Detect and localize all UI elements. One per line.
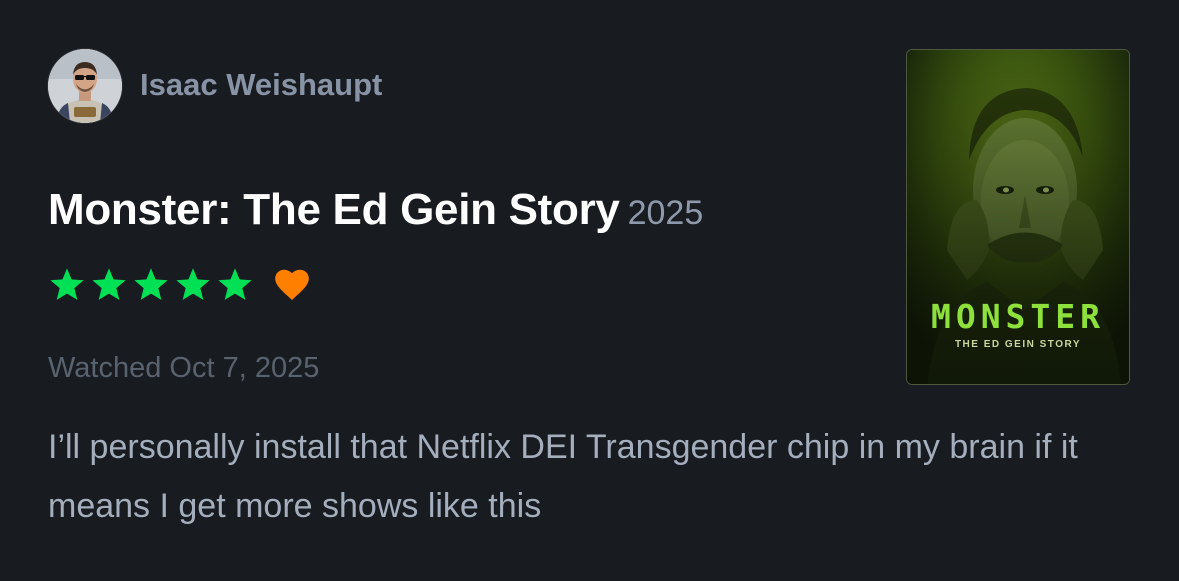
film-title[interactable]: Monster: The Ed Gein Story: [48, 185, 620, 234]
star-icon: [216, 267, 254, 303]
review-text: I’ll personally install that Netflix DEI…: [48, 428, 1078, 525]
watched-date: Watched Oct 7, 2025: [48, 352, 320, 384]
star-icon: [48, 267, 86, 303]
film-year[interactable]: 2025: [628, 194, 704, 232]
user-avatar[interactable]: [48, 49, 122, 123]
film-poster[interactable]: MONSTER THE ED GEIN STORY: [906, 49, 1130, 385]
poster-subtitle: THE ED GEIN STORY: [954, 339, 1082, 350]
username[interactable]: Isaac Weishaupt: [140, 67, 382, 102]
star-icon: [174, 267, 212, 303]
film-heading: Monster: The Ed Gein Story 2025: [48, 185, 704, 234]
heart-icon: [274, 269, 310, 301]
review-card: Isaac Weishaupt Monster: The Ed Gein Sto…: [0, 0, 1179, 581]
star-icon: [90, 267, 128, 303]
star-icon: [132, 267, 170, 303]
poster-title: MONSTER: [930, 297, 1106, 336]
rating-row: [48, 265, 310, 305]
star-rating: [48, 267, 254, 303]
